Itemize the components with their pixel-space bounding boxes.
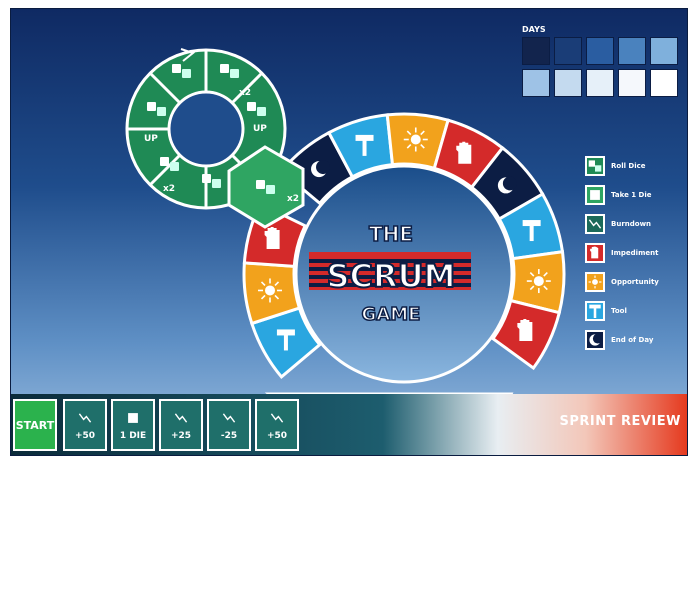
title-line2: SCRUM [327, 257, 456, 295]
two-dice-icon [585, 155, 605, 176]
day-cell[interactable] [650, 37, 678, 65]
dice-wheel-label: x2 [163, 184, 175, 194]
sprint-track: START +50 1 DIE +25 -25 +50 SPRINT REVIEW [11, 394, 687, 455]
sun-icon [257, 277, 283, 304]
track-space-label: -25 [220, 430, 238, 441]
legend-item: Impediment [585, 241, 685, 264]
day-cell[interactable] [618, 69, 646, 97]
legend-label: Take 1 Die [611, 190, 652, 199]
title-line3: GAME [362, 304, 421, 325]
legend-item: Roll Dice [585, 154, 685, 177]
legend-label: Impediment [611, 248, 659, 257]
legend-item: Burndown [585, 212, 685, 235]
sun-icon [402, 126, 429, 153]
legend-label: Opportunity [611, 277, 659, 286]
hand-icon [585, 242, 605, 263]
burndown-icon [270, 410, 284, 429]
single-die-icon [126, 410, 140, 429]
entry-label: x2 [287, 194, 299, 204]
legend-item: Take 1 Die [585, 183, 685, 206]
track-space[interactable]: -25 [207, 399, 251, 451]
track-space-label: +25 [170, 430, 192, 441]
track-space[interactable]: +50 [63, 399, 107, 451]
title-line1: THE [369, 222, 413, 246]
track-space[interactable]: +50 [255, 399, 299, 451]
legend: Roll Dice Take 1 Die Burndown Impediment Opp… [585, 154, 685, 357]
sun-icon [526, 268, 552, 294]
burndown-icon [222, 410, 236, 429]
day-cell[interactable] [554, 69, 582, 97]
days-grid [522, 37, 678, 97]
track-space[interactable]: +25 [159, 399, 203, 451]
burndown-icon [78, 410, 92, 429]
legend-item: Tool [585, 299, 685, 322]
dice-wheel-label: UP [144, 134, 158, 144]
day-cell[interactable] [522, 69, 550, 97]
burndown-icon [585, 213, 605, 234]
day-cell[interactable] [586, 37, 614, 65]
dice-wheel-label: UP [253, 124, 267, 134]
legend-label: Tool [611, 306, 627, 315]
days-tracker: DAYS [522, 25, 678, 97]
day-cell[interactable] [554, 37, 582, 65]
dice-wheel-label: x2 [239, 88, 251, 98]
legend-item: End of Day [585, 328, 685, 351]
legend-label: Burndown [611, 219, 652, 228]
burndown-icon [174, 410, 188, 429]
track-space[interactable]: 1 DIE [111, 399, 155, 451]
start-space[interactable]: START [13, 399, 57, 451]
single-die-icon [585, 184, 605, 205]
days-label: DAYS [522, 25, 546, 34]
sun-icon [585, 271, 605, 292]
day-cell[interactable] [586, 69, 614, 97]
day-cell[interactable] [650, 69, 678, 97]
legend-label: End of Day [611, 335, 654, 344]
track-space-label: +50 [74, 430, 96, 441]
legend-item: Opportunity [585, 270, 685, 293]
moon-icon [585, 329, 605, 350]
sprint-review-space[interactable]: SPRINT REVIEW [559, 414, 681, 429]
day-cell[interactable] [618, 37, 646, 65]
track-space-label: +50 [266, 430, 288, 441]
legend-label: Roll Dice [611, 161, 646, 170]
track-space-label: 1 DIE [119, 430, 147, 441]
game-board: THE SCRUM GAME x2 UP UP x2 x2 DAYS Roll … [10, 8, 688, 456]
hammer-icon [585, 300, 605, 321]
day-cell[interactable] [522, 37, 550, 65]
